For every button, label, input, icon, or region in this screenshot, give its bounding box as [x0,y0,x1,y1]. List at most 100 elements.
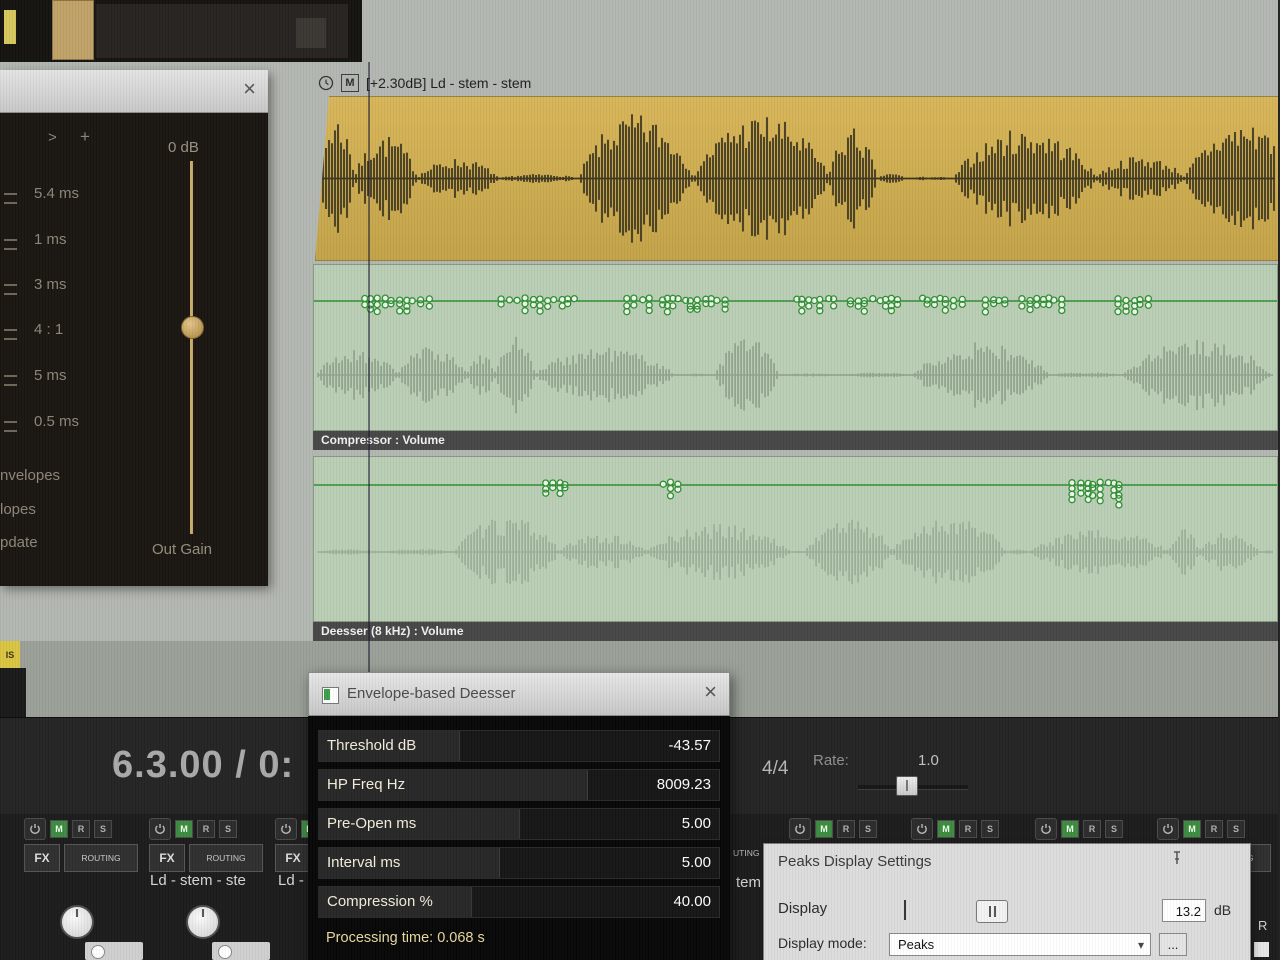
rate-slider-thumb[interactable] [896,776,918,796]
deesser-window: Envelope-based Deesser × Threshold dB -4… [308,672,730,960]
power-icon [281,824,291,835]
param-name: Pre-Open ms [327,815,417,832]
strip-buttons-2: FX ROUTING [24,844,144,872]
routing-button[interactable]: ROUTING [189,844,263,872]
track-chip[interactable]: IS [0,641,20,668]
param-ratio: 4 : 1 [34,321,64,338]
out-gain-slider-handle[interactable] [181,316,204,339]
deesser-body: Threshold dB -43.57 HP Freq Hz 8009.23 P… [308,716,730,960]
close-icon[interactable]: × [243,76,256,102]
power-icon [1163,824,1173,835]
mute-button[interactable]: M [50,820,68,838]
power-button[interactable] [1035,818,1057,840]
strip-buttons: M R S [1157,818,1277,840]
record-arm-button[interactable]: R [1205,820,1223,838]
record-arm-button[interactable]: R [72,820,90,838]
power-button[interactable] [24,818,46,840]
mute-button[interactable]: M [175,820,193,838]
param-name: Compression % [327,893,433,910]
slider-handle-icon[interactable] [4,421,17,432]
close-icon[interactable]: × [704,679,717,705]
item-mute-button[interactable]: M [341,74,359,92]
rate-label: Rate: [813,752,849,769]
mute-button[interactable]: M [815,820,833,838]
param-name: HP Freq Hz [327,776,406,793]
solo-button[interactable]: S [94,820,112,838]
gain-readout: 0 dB [168,139,199,156]
power-button[interactable] [911,818,933,840]
slider-handle-icon[interactable] [4,329,17,340]
solo-button[interactable]: S [1105,820,1123,838]
fx-button[interactable]: FX [149,844,185,872]
pan-knob[interactable] [186,905,220,939]
power-button[interactable] [789,818,811,840]
envelope-points[interactable] [314,457,1277,577]
power-button[interactable] [275,818,297,840]
track-panel-fragment [0,668,26,717]
pin-icon[interactable] [1169,850,1185,866]
record-arm-button[interactable]: R [959,820,977,838]
slider-handle-icon[interactable] [4,375,17,386]
slider-handle-icon[interactable] [4,193,17,204]
link-fragment[interactable]: lopes [0,501,36,518]
mixer-widget-fragment[interactable] [1254,942,1269,957]
time-signature[interactable]: 4/4 [762,758,788,780]
power-icon [917,824,927,835]
top-toolbar [0,0,362,62]
param-value: -43.57 [668,737,711,754]
transport-position: 6.3.00 / 0: [112,744,295,786]
param-attack: 5.4 ms [34,185,80,202]
display-gain-slider[interactable] [976,900,1008,923]
routing-button-fragment[interactable]: UTING [733,848,759,858]
screen: M [+2.30dB] Ld - stem - stem Compressor … [0,0,1280,960]
link-fragment[interactable]: pdate [0,534,38,551]
toolbar-button[interactable] [296,18,326,48]
expand-button[interactable]: > [48,129,57,146]
mute-button[interactable]: M [937,820,955,838]
power-button[interactable] [149,818,171,840]
text-cursor [904,900,906,920]
toolbar-button[interactable] [52,0,94,60]
solo-button[interactable]: S [219,820,237,838]
routing-button[interactable]: ROUTING [64,844,138,872]
solo-button[interactable]: S [859,820,877,838]
display-mode-dropdown[interactable]: Peaks ▾ [889,933,1151,956]
param-slider-threshold[interactable]: Threshold dB -43.57 [318,730,720,762]
param-value: 5.00 [681,854,711,871]
out-gain-slider-track[interactable] [190,161,193,534]
link-envelopes[interactable]: nvelopes [0,467,60,484]
param-slider-compression[interactable]: Compression % 40.00 [318,886,720,918]
compressor-body: > + 0 dB 5.4 ms 1 ms 3 ms 4 : 1 5 ms 0.5… [0,113,268,586]
solo-button[interactable]: S [1227,820,1245,838]
mute-button[interactable]: M [1061,820,1079,838]
display-gain-value[interactable]: 13.2 [1162,899,1206,922]
param-slider-hpfreq[interactable]: HP Freq Hz 8009.23 [318,769,720,801]
record-arm-button[interactable]: R [1083,820,1101,838]
param-slider-interval[interactable]: Interval ms 5.00 [318,847,720,879]
record-arm-button[interactable]: R [837,820,855,838]
peaks-settings-window: Peaks Display Settings Display 13.2 dB D… [763,843,1251,960]
edit-cursor[interactable] [368,62,370,717]
power-button[interactable] [1157,818,1179,840]
db-unit-label: dB [1214,902,1232,918]
pan-knob[interactable] [60,905,94,939]
envelope-label-compressor: Compressor : Volume [313,431,1278,450]
fx-button[interactable]: FX [275,844,311,872]
deesser-titlebar[interactable]: Envelope-based Deesser × [308,672,730,716]
compressor-titlebar[interactable]: × [0,70,268,113]
fx-button[interactable]: FX [24,844,60,872]
solo-button[interactable]: S [981,820,999,838]
slider-handle-icon[interactable] [4,284,17,295]
envelope-lane-compressor[interactable] [313,264,1278,431]
envelope-points[interactable] [314,265,1277,355]
mute-button[interactable]: M [1183,820,1201,838]
slider-handle-icon[interactable] [4,239,17,250]
add-button[interactable]: + [80,127,90,147]
audio-item-waveform[interactable] [315,96,1280,261]
param-slider-preopen[interactable]: Pre-Open ms 5.00 [318,808,720,840]
record-arm-button[interactable]: R [197,820,215,838]
fader-panel[interactable] [212,942,270,960]
more-button[interactable]: ... [1159,933,1187,956]
fader-panel[interactable] [85,942,143,960]
envelope-lane-deesser[interactable] [313,456,1278,622]
